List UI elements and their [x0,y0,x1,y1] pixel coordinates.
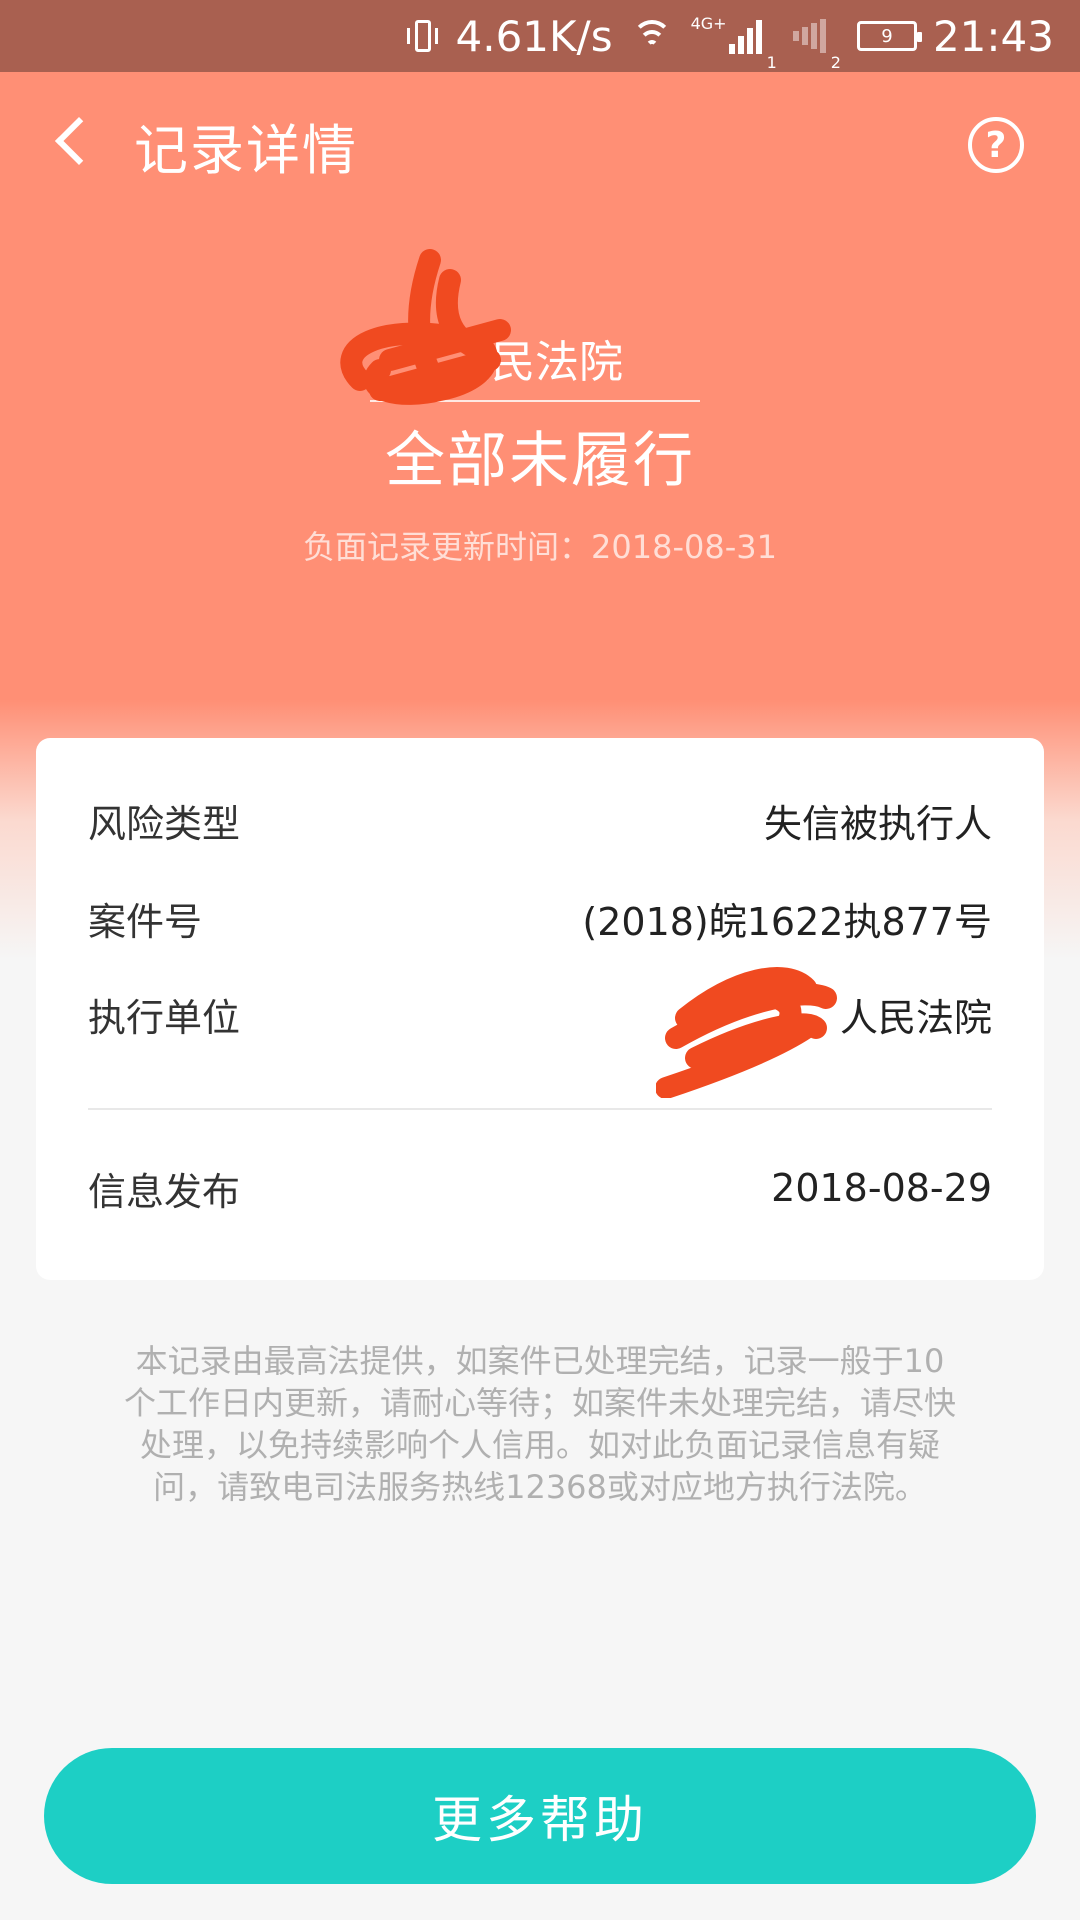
clock: 21:43 [932,11,1054,61]
notice-text: 本记录由最高法提供，如案件已处理完结，记录一般于10个工作日内更新，请耐心等待；… [123,1342,956,1506]
detail-row-case-number: 案件号 (2018)皖1622执877号 [88,888,992,948]
detail-value: 失信被执行人 [763,801,992,846]
network-speed: 4.61K/s [455,11,613,61]
detail-value: (2018)皖1622执877号 [582,899,992,944]
detail-row-executing-unit: 执行单位 人民法院 [88,984,992,1044]
vibrate-icon [406,16,440,56]
page-title: 记录详情 [134,119,358,182]
sim2-label: 2 [830,53,841,72]
detail-label: 案件号 [88,899,203,944]
detail-label: 执行单位 [88,995,241,1040]
back-arrow-icon[interactable] [44,110,104,170]
app-bar: 记录详情 ? [0,72,1080,212]
signal-sim2-icon [792,18,829,54]
detail-label: 信息发布 [88,1169,241,1214]
battery-icon: 9 [856,21,922,51]
detail-row-publish-date: 信息发布 2018-08-29 [88,1158,992,1218]
enforcement-status: 全部未履行 [385,426,695,496]
redaction-scribble [656,967,837,1098]
help-question-icon[interactable]: ? [968,117,1024,173]
card-divider [88,1108,992,1110]
detail-label: 风险类型 [88,801,241,846]
sim1-label: 1 [766,53,777,72]
record-detail-page: 4.61K/s 4G+ 1 2 9 21:43 记录详情 ? 人民法院 全部未履… [0,0,1080,1920]
detail-row-risk-type: 风险类型 失信被执行人 [88,790,992,850]
network-type-label: 4G+ [690,14,727,33]
update-time: 负面记录更新时间：2018-08-31 [303,528,777,566]
detail-value: 2018-08-29 [771,1166,992,1210]
signal-sim1-icon [728,18,765,54]
status-bar: 4.61K/s 4G+ 1 2 9 21:43 [0,0,1080,72]
detail-value: 人民法院 [839,995,992,1040]
wifi-icon [629,16,675,56]
more-help-button[interactable]: 更多帮助 [44,1748,1036,1884]
detail-card: 风险类型 失信被执行人 案件号 (2018)皖1622执877号 执行单位 人民… [36,738,1044,1280]
redaction-scribble [340,249,511,405]
battery-level: 9 [881,25,893,47]
